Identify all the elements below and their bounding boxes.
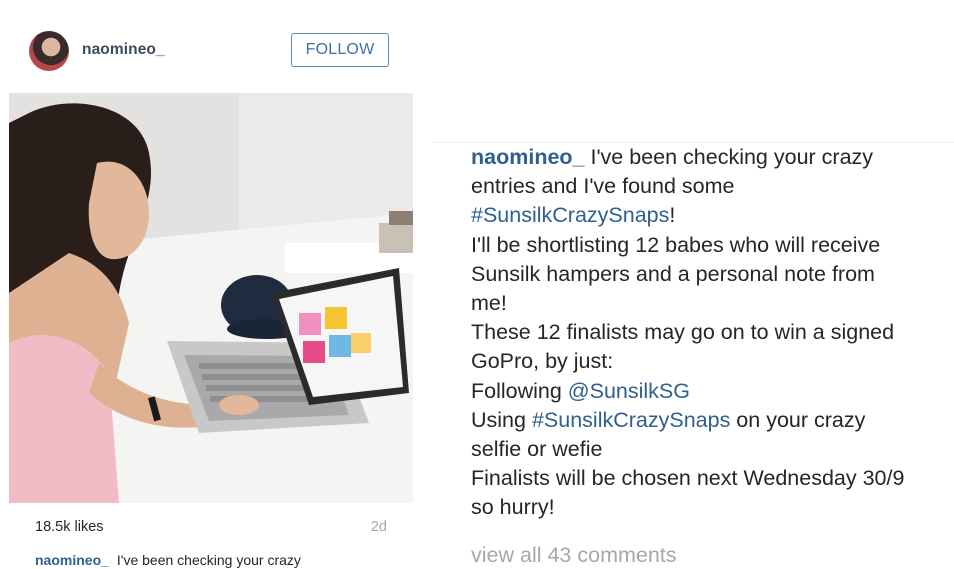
post-photo[interactable] [9, 93, 413, 503]
view-all-comments-link[interactable]: view all 43 comments [471, 543, 677, 568]
caption-line: I'll be shortlisting 12 babes who will r… [471, 232, 881, 257]
caption-line: naomineo_ I've been checking your crazy [471, 143, 954, 172]
caption-line-text: on your crazy [730, 407, 866, 432]
caption-panel: naomineo_ I've been checking your crazy … [432, 142, 954, 569]
caption-line-text: Using [471, 407, 532, 432]
likes-count[interactable]: 18.5k likes [35, 519, 104, 535]
caption-line-text: Following [471, 378, 568, 403]
post-header: naomineo_ FOLLOW [9, 9, 413, 93]
post-photo-image [9, 93, 413, 503]
caption-line: GoPro, by just: [471, 349, 614, 374]
caption-line: so hurry! [471, 495, 555, 520]
post-age: 2d [370, 519, 387, 535]
caption-line: entries and I've found some [471, 174, 735, 199]
post-card: naomineo_ FOLLOW 18.5k likes 2d naomineo… [9, 9, 413, 569]
avatar[interactable] [29, 31, 69, 71]
caption-line: Following @SunsilkSG [471, 377, 954, 406]
caption-line: Finalists will be chosen next Wednesday … [471, 466, 905, 491]
caption-line-text: ! [669, 203, 676, 228]
caption-preview-username[interactable]: naomineo_ [35, 552, 109, 568]
caption-username[interactable]: naomineo_ [471, 145, 585, 169]
caption-line-text: I've been checking your crazy [584, 145, 874, 169]
caption-line: #SunsilkCrazySnaps! [471, 201, 954, 230]
mention-link[interactable]: @SunsilkSG [568, 379, 690, 403]
caption-text: naomineo_ I've been checking your crazy … [471, 143, 954, 522]
caption-line: me! [471, 290, 507, 315]
hashtag-link[interactable]: #SunsilkCrazySnaps [532, 408, 730, 432]
caption-line: Sunsilk hampers and a personal note from [471, 261, 875, 286]
post-meta: 18.5k likes 2d [9, 519, 413, 543]
caption-line: These 12 finalists may go on to win a si… [471, 320, 895, 345]
post-username[interactable]: naomineo_ [82, 41, 165, 59]
follow-button[interactable]: FOLLOW [291, 33, 389, 67]
caption-line: Using #SunsilkCrazySnaps on your crazy [471, 406, 954, 435]
hashtag-link[interactable]: #SunsilkCrazySnaps [471, 203, 669, 227]
caption-preview: naomineo_ I've been checking your crazy [35, 552, 301, 568]
caption-preview-text: I've been checking your crazy [116, 552, 301, 568]
caption-line: selfie or wefie [471, 436, 603, 461]
